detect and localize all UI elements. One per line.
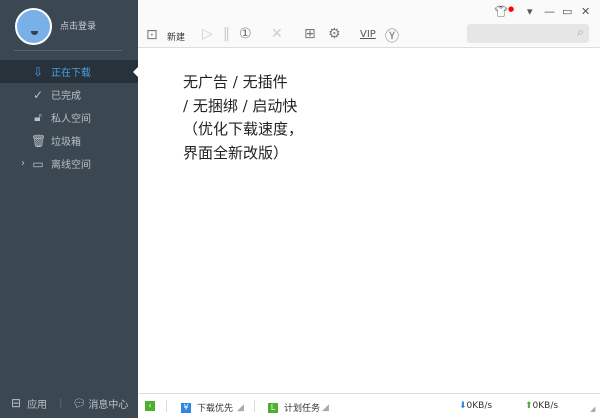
sidebar-item-downloading[interactable]: ⇩ 正在下载 [0,60,138,83]
divider: | [59,397,63,409]
download-speed: ⬇ 0KB/s [459,401,492,411]
lock-icon: 🔓︎ [34,110,42,124]
sidebar-item-label: 离线空间 [51,160,91,171]
chevron-right-icon[interactable]: › [21,158,25,169]
upload-speed-value: 0KB/s [532,401,559,411]
pause-icon[interactable]: ‖ [223,26,230,42]
close-icon[interactable]: ✕ [581,5,590,18]
message-icon: 💬︎ [72,396,87,410]
qr-code-icon[interactable]: ⊞ [304,26,316,42]
sidebar-item-label: 垃圾箱 [51,137,81,148]
schedule-label: 计划任务 [284,404,321,414]
vip-button[interactable]: VIP [360,29,376,40]
download-speed-value: 0KB/s [466,401,493,411]
maximize-icon[interactable]: ▭ [562,5,572,18]
sidebar-item-completed[interactable]: ✓ 已完成 [0,83,138,106]
menu-icon[interactable]: ▾ [527,5,533,18]
sidebar-item-label: 已完成 [51,91,81,102]
start-icon[interactable]: ▷ [202,26,213,42]
sidebar-item-offline[interactable]: › ▭ 离线空间 [0,152,138,175]
status-bar: ‹ ¥ 下载优先 ◢ L 计划任务 ◢ ⬇ 0KB/s ⬆ 0KB/s ◢ [138,393,600,418]
login-link[interactable]: 点击登录 [60,19,96,32]
schedule-icon: L [268,402,278,413]
avatar[interactable] [15,8,52,45]
divider [254,400,255,412]
promo-line: （优化下载速度， [183,120,304,138]
sidebar: 点击登录 ⇩ 正在下载 ✓ 已完成 🔓︎ 私人空间 🗑︎ 垃圾箱 › ▭ 离线空间 ⊟ 应用… [0,0,138,418]
delete-icon[interactable]: ✕ [271,26,283,42]
divider [14,50,122,51]
promo-text: 无广告 / 无插件 / 无捆绑 / 启动快 （优化下载速度， 界面全新改版） [183,71,303,165]
trash-icon: 🗑︎ [31,133,47,148]
sidebar-item-trash[interactable]: 🗑︎ 垃圾箱 [0,129,138,152]
speed-limit-icon[interactable]: ① [239,26,252,42]
schedule-button[interactable]: L 计划任务 ◢ [268,401,329,414]
download-icon: ⇩ [32,64,44,79]
check-circle-icon: ✓ [32,87,44,102]
sidebar-item-label: 私人空间 [51,114,91,125]
active-pointer [133,67,138,77]
settings-icon[interactable]: ⚙︎ [328,26,341,42]
collapse-sidebar-button[interactable]: ‹ [145,401,155,411]
new-task-icon[interactable]: ⊡ [146,27,158,43]
sidebar-item-label: 正在下载 [51,68,91,79]
apps-icon: ⊟ [11,396,22,410]
search-icon[interactable]: ⌕ [577,25,584,40]
download-priority-button[interactable]: ¥ 下载优先 ◢ [181,401,244,414]
wallet-icon[interactable]: Ⓨ [385,26,399,46]
priority-icon: ¥ [181,402,191,413]
resize-grip[interactable]: ◢ [590,405,595,413]
skin-icon[interactable]: 👕︎● [494,5,514,18]
minimize-icon[interactable]: — [544,5,555,18]
apps-button[interactable]: 应用 [27,396,47,411]
promo-line: / 无捆绑 / 启动快 [183,96,298,115]
upload-speed: ⬆ 0KB/s [525,401,558,411]
sidebar-item-private[interactable]: 🔓︎ 私人空间 [0,106,138,129]
sidebar-footer: ⊟ 应用 | 💬︎ 消息中心 [0,388,138,418]
arrow-up-icon: ⬆ [525,401,533,411]
cloud-download-icon: ▭ [32,156,44,171]
arrow-down-icon: ⬇ [459,401,467,411]
promo-line: 无广告 / 无插件 [183,73,288,91]
messages-button[interactable]: 消息中心 [88,396,128,411]
priority-label: 下载优先 [197,404,234,414]
search-input[interactable]: ⌕ [467,24,589,43]
divider [166,400,167,412]
promo-line: 界面全新改版） [183,143,289,162]
new-task-button[interactable]: 新建 [167,30,185,43]
